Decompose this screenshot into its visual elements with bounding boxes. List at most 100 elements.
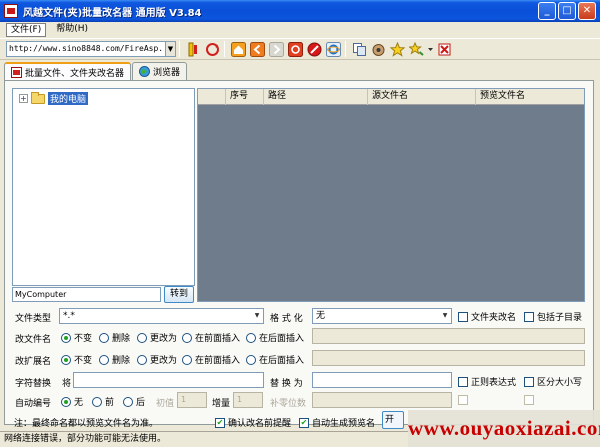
tab-batch-rename[interactable]: 批量文件、文件夹改名器 — [4, 62, 132, 81]
dropdown-arrow-icon[interactable] — [427, 41, 434, 58]
grid-header-path[interactable]: 路径 — [264, 89, 368, 105]
include-subdirs-label: 包括子目录 — [537, 313, 583, 323]
auto-preview-checkbox[interactable]: ✔ 自动生成预览名 — [299, 416, 375, 429]
replace-to-input[interactable] — [312, 372, 452, 388]
close-button[interactable]: ✕ — [578, 2, 596, 20]
disabled-option-checkbox-2[interactable] — [524, 395, 534, 405]
tab-browser[interactable]: 浏览器 — [132, 62, 188, 80]
file-type-label: 文件类型 — [15, 314, 52, 324]
add-favorite-icon[interactable] — [408, 41, 425, 58]
radio-dot[interactable] — [92, 396, 102, 407]
step-input[interactable]: 1 — [233, 392, 263, 408]
radio-label: 前 — [105, 398, 115, 408]
radio-filename-insert-after[interactable]: 在后面插入 — [246, 331, 304, 344]
checkbox-box[interactable] — [524, 395, 534, 405]
path-input[interactable]: MyComputer — [12, 287, 161, 302]
filename-text-input[interactable] — [312, 328, 585, 344]
expand-icon[interactable]: + — [19, 94, 28, 103]
radio-dot[interactable] — [182, 332, 192, 343]
folder-rename-checkbox[interactable]: 文件夹改名 — [458, 310, 516, 323]
grid-header-preview-name[interactable]: 预览文件名 — [476, 89, 584, 105]
checkbox-box[interactable] — [524, 376, 534, 387]
radio-autonum-prefix[interactable]: 前 — [92, 395, 114, 408]
radio-dot[interactable] — [246, 354, 256, 365]
delete-icon[interactable] — [436, 41, 453, 58]
radio-autonum-suffix[interactable]: 后 — [123, 395, 145, 408]
radio-filename-keep[interactable]: 不变 — [61, 331, 92, 344]
url-dropdown-icon[interactable]: ▼ — [166, 41, 176, 57]
include-subdirs-checkbox[interactable]: 包括子目录 — [524, 310, 582, 323]
regex-label: 正则表达式 — [471, 378, 517, 388]
forward-icon[interactable] — [268, 41, 285, 58]
file-preview-grid[interactable]: 序号 路径 源文件名 预览文件名 — [197, 88, 585, 302]
chevron-down-icon[interactable]: ▼ — [439, 309, 451, 323]
radio-filename-change[interactable]: 更改为 — [137, 331, 177, 344]
zero-pad-input[interactable] — [312, 392, 452, 408]
ie-browser-icon[interactable] — [325, 41, 342, 58]
radio-dot[interactable] — [99, 332, 109, 343]
maximize-button[interactable]: □ — [558, 2, 576, 20]
refresh-icon[interactable] — [204, 41, 221, 58]
radio-ext-insert-after[interactable]: 在后面插入 — [246, 353, 304, 366]
case-sensitive-checkbox[interactable]: 区分大小写 — [524, 375, 582, 388]
confirm-rename-checkbox[interactable]: ✔ 确认改名前提醒 — [215, 416, 291, 429]
title-bar[interactable]: 风越文件(夹)批量改名器 通用版 V3.84 _ □ ✕ — [0, 0, 600, 22]
grid-header-index[interactable]: 序号 — [226, 89, 264, 105]
checkbox-box[interactable] — [458, 395, 468, 405]
tree-node-my-computer[interactable]: + 我的电脑 — [19, 91, 89, 105]
extension-text-input[interactable] — [312, 350, 585, 366]
replace-from-input[interactable] — [73, 372, 264, 388]
start-value-input[interactable]: 1 — [177, 392, 207, 408]
radio-label: 不变 — [74, 356, 93, 366]
menu-file[interactable]: 文件(F) — [6, 23, 47, 37]
start-rename-button[interactable]: 开 — [382, 411, 404, 429]
radio-filename-insert-before[interactable]: 在前面插入 — [182, 331, 240, 344]
file-type-combo[interactable]: *.* ▼ — [59, 308, 264, 324]
checkbox-box[interactable]: ✔ — [299, 417, 309, 428]
radio-dot[interactable] — [123, 396, 133, 407]
goto-button[interactable]: 转到 — [164, 286, 194, 303]
note-text: 注：最终命名都以预览文件名为准。 — [14, 419, 159, 429]
radio-filename-delete[interactable]: 删除 — [99, 331, 130, 344]
radio-dot[interactable] — [137, 354, 147, 365]
radio-label: 在前面插入 — [195, 334, 241, 344]
radio-dot[interactable] — [182, 354, 192, 365]
radio-dot[interactable] — [137, 332, 147, 343]
home-icon[interactable] — [230, 41, 247, 58]
folder-tree[interactable]: + 我的电脑 — [12, 88, 195, 286]
format-combo[interactable]: 无 ▼ — [312, 308, 452, 324]
radio-label: 更改为 — [150, 356, 178, 366]
radio-ext-change[interactable]: 更改为 — [137, 353, 177, 366]
format-label: 格 式 化 — [270, 314, 303, 324]
checkbox-box[interactable] — [458, 311, 468, 322]
checkbox-box[interactable]: ✔ — [215, 417, 225, 428]
radio-ext-delete[interactable]: 删除 — [99, 353, 130, 366]
stop-icon[interactable] — [306, 41, 323, 58]
chevron-down-icon[interactable]: ▼ — [251, 309, 263, 323]
favorites-star-icon[interactable] — [389, 41, 406, 58]
grid-header-source-name[interactable]: 源文件名 — [368, 89, 476, 105]
radio-dot[interactable] — [61, 354, 71, 365]
checkbox-box[interactable] — [458, 376, 468, 387]
url-input[interactable]: http://www.sino8848.com/FireAsp... — [6, 41, 166, 57]
go-icon[interactable] — [185, 41, 202, 58]
radio-ext-keep[interactable]: 不变 — [61, 353, 92, 366]
radio-dot[interactable] — [246, 332, 256, 343]
radio-dot[interactable] — [61, 332, 71, 343]
stop-refresh-icon[interactable] — [287, 41, 304, 58]
regex-checkbox[interactable]: 正则表达式 — [458, 375, 516, 388]
checkbox-box[interactable] — [524, 311, 534, 322]
disabled-option-checkbox-1[interactable] — [458, 395, 468, 405]
radio-ext-insert-before[interactable]: 在前面插入 — [182, 353, 240, 366]
grid-header-indicator[interactable] — [198, 89, 226, 105]
menu-help[interactable]: 帮助(H) — [52, 23, 92, 37]
back-icon[interactable] — [249, 41, 266, 58]
tools-icon[interactable] — [370, 41, 387, 58]
radio-autonum-none[interactable]: 无 — [61, 395, 83, 408]
radio-label: 不变 — [74, 334, 93, 344]
radio-dot[interactable] — [99, 354, 109, 365]
tree-node-label[interactable]: 我的电脑 — [48, 92, 89, 105]
copy-icon[interactable] — [351, 41, 368, 58]
radio-dot[interactable] — [61, 396, 71, 407]
minimize-button[interactable]: _ — [538, 2, 556, 20]
